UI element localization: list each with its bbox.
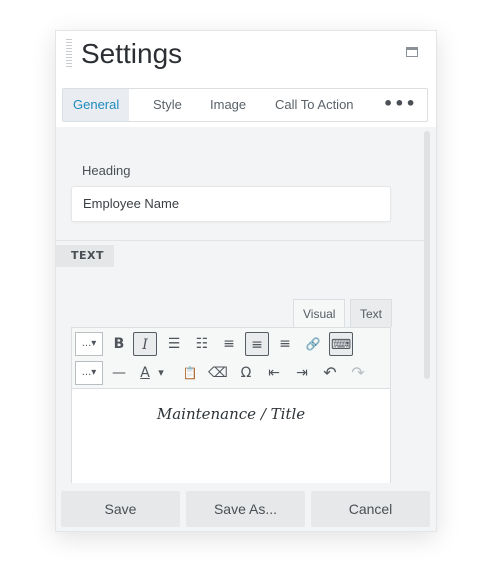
horizontal-line-icon[interactable]: — (107, 361, 131, 385)
numbered-list-icon[interactable]: ☷ (190, 332, 214, 356)
bold-icon[interactable]: B (107, 332, 131, 356)
undo-icon[interactable]: ↶ (318, 361, 342, 385)
text-section-tag: TEXT (56, 245, 115, 267)
link-icon[interactable]: 🔗 (301, 332, 325, 356)
align-left-icon[interactable]: ≡ (217, 332, 241, 356)
scrollbar[interactable] (424, 131, 430, 379)
special-character-icon[interactable]: Ω (234, 361, 258, 385)
format-dropdown[interactable]: ...▾ (75, 332, 103, 356)
editor-toolbar: ...▾ B I ☰ ☷ ≡ ≡ ≡ 🔗 ⌨ ...▾ — A ▾ 📋 ⌫ Ω … (71, 327, 391, 389)
settings-tabs: General Style Image Call To Action ••• (62, 88, 428, 122)
tab-call-to-action[interactable]: Call To Action (265, 89, 364, 121)
heading-label: Heading (82, 163, 131, 178)
outdent-icon[interactable]: ⇤ (262, 361, 286, 385)
save-as-button[interactable]: Save As... (186, 491, 305, 527)
general-section: Heading Employee Name (56, 127, 424, 241)
save-button[interactable]: Save (61, 491, 180, 527)
bullet-list-icon[interactable]: ☰ (162, 332, 186, 356)
tab-general[interactable]: General (63, 89, 130, 121)
clear-formatting-icon[interactable]: ⌫ (206, 361, 230, 385)
tab-visual[interactable]: Visual (293, 299, 346, 327)
settings-panel: Settings General Style Image Call To Act… (55, 30, 437, 532)
tab-style[interactable]: Style (143, 89, 192, 121)
tab-text[interactable]: Text (350, 299, 393, 327)
indent-icon[interactable]: ⇥ (290, 361, 314, 385)
text-color-dropdown-icon[interactable]: ▾ (154, 361, 168, 385)
redo-icon[interactable]: ↷ (346, 361, 370, 385)
toolbar-toggle-icon[interactable]: ⌨ (329, 332, 353, 356)
align-center-icon[interactable]: ≡ (245, 332, 269, 356)
text-editor-area[interactable]: Maintenance / Title (71, 388, 391, 488)
panel-title: Settings (81, 38, 183, 69)
font-dropdown[interactable]: ...▾ (75, 361, 103, 385)
paste-text-icon[interactable]: 📋 (178, 361, 202, 385)
align-right-icon[interactable]: ≡ (273, 332, 297, 356)
panel-footer: Save Save As... Cancel (56, 483, 436, 531)
drag-handle-icon[interactable] (66, 39, 72, 67)
maximize-icon[interactable] (406, 47, 418, 57)
more-tabs-icon[interactable]: ••• (383, 89, 417, 121)
italic-icon[interactable]: I (133, 332, 157, 356)
cancel-button[interactable]: Cancel (311, 491, 430, 527)
heading-input[interactable]: Employee Name (71, 186, 391, 222)
editor-content[interactable]: Maintenance / Title (72, 405, 390, 423)
panel-header[interactable]: Settings (56, 31, 436, 83)
tab-image[interactable]: Image (200, 89, 256, 121)
